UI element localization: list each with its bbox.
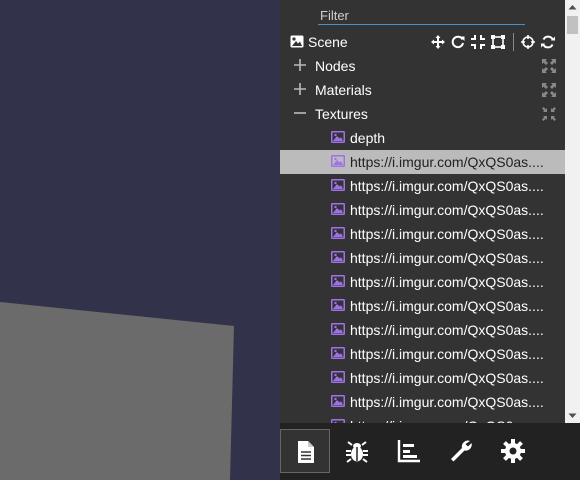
bottom-tab-bar [280,423,580,480]
texture-item[interactable]: https://i.imgur.com/QxQS0as.... [280,414,565,423]
wrench-icon [451,440,472,462]
texture-icon [331,395,345,407]
texture-icon [331,323,345,335]
file-icon [298,441,314,463]
texture-item[interactable]: https://i.imgur.com/QxQS0as.... [280,246,565,270]
ground-plane [0,302,234,480]
texture-item[interactable]: https://i.imgur.com/QxQS0as.... [280,390,565,414]
group-label: Materials [315,82,372,98]
texture-label: depth [350,130,386,146]
texture-icon [331,227,345,239]
texture-icon [331,203,345,215]
inspector-panel: Scene [280,0,580,480]
texture-label: https://i.imgur.com/QxQS0as.... [350,274,544,290]
texture-label: https://i.imgur.com/QxQS0as.... [350,202,544,218]
texture-icon [331,155,345,167]
scene-label: Scene [308,34,348,50]
texture-label: https://i.imgur.com/QxQS0as.... [350,322,544,338]
texture-item[interactable]: https://i.imgur.com/QxQS0as.... [280,198,565,222]
tree-group-materials[interactable]: Materials [280,78,565,102]
texture-label: https://i.imgur.com/QxQS0as.... [350,250,544,266]
texture-item[interactable]: depth [280,126,565,150]
group-label: Nodes [315,58,356,74]
collapse-all-icon[interactable] [542,107,556,121]
gear-icon [501,439,525,463]
texture-icon [331,347,345,359]
scene-row[interactable]: Scene [280,30,565,54]
tree-group-nodes[interactable]: Nodes [280,54,565,78]
scale-icon[interactable] [471,35,485,49]
move-icon[interactable] [431,35,445,49]
texture-label: https://i.imgur.com/QxQS0as.... [350,178,544,194]
texture-item[interactable]: https://i.imgur.com/QxQS0as.... [280,150,565,174]
tab-tools[interactable] [436,429,486,473]
texture-item[interactable]: https://i.imgur.com/QxQS0as.... [280,294,565,318]
statistics-icon [397,440,420,463]
scroll-thumb[interactable] [567,16,578,34]
texture-icon [331,371,345,383]
texture-item[interactable]: https://i.imgur.com/QxQS0as.... [280,318,565,342]
texture-icon [331,131,345,143]
bug-icon [346,441,368,463]
texture-label: https://i.imgur.com/QxQS0as.... [350,346,544,362]
texture-label: https://i.imgur.com/QxQS0as.... [350,226,544,242]
picture-icon [290,35,304,48]
tree-group-textures[interactable]: Textures [280,102,565,126]
tab-statistics[interactable] [384,429,434,473]
toolbar-divider [513,33,514,51]
expand-all-icon[interactable] [542,59,556,73]
group-label: Textures [315,106,368,122]
texture-item[interactable]: https://i.imgur.com/QxQS0as.... [280,270,565,294]
texture-label: https://i.imgur.com/QxQS0as.... [350,298,544,314]
tab-settings[interactable] [488,429,538,473]
tab-debug[interactable] [332,429,382,473]
expand-all-icon[interactable] [542,83,556,97]
texture-icon [331,179,345,191]
texture-item[interactable]: https://i.imgur.com/QxQS0as.... [280,342,565,366]
texture-icon [331,299,345,311]
texture-label: https://i.imgur.com/QxQS0as.... [350,370,544,386]
texture-icon [331,275,345,287]
refresh-icon[interactable] [541,35,555,49]
scroll-down-arrow-icon[interactable] [565,408,580,423]
plus-icon[interactable] [293,82,307,96]
minus-icon[interactable] [293,106,307,120]
texture-label: https://i.imgur.com/QxQS0as.... [350,154,544,170]
texture-icon [331,251,345,263]
scene-render [0,302,234,480]
filter-input[interactable] [318,6,525,25]
texture-label: https://i.imgur.com/QxQS0as.... [350,414,544,423]
plus-icon[interactable] [293,58,307,72]
texture-label: https://i.imgur.com/QxQS0as.... [350,394,544,410]
texture-item[interactable]: https://i.imgur.com/QxQS0as.... [280,366,565,390]
texture-item[interactable]: https://i.imgur.com/QxQS0as.... [280,174,565,198]
pick-icon[interactable] [521,35,535,49]
3d-viewport[interactable] [0,0,280,480]
texture-item[interactable]: https://i.imgur.com/QxQS0as.... [280,222,565,246]
tab-scene-explorer[interactable] [280,429,330,473]
scroll-up-arrow-icon[interactable] [565,0,580,15]
scrollbar[interactable] [565,0,580,423]
rotate-icon[interactable] [451,35,465,49]
filter-row [280,0,565,30]
scene-tree: Scene Nodes Materials Textures depth htt… [280,30,565,423]
bounding-box-icon[interactable] [491,35,505,49]
